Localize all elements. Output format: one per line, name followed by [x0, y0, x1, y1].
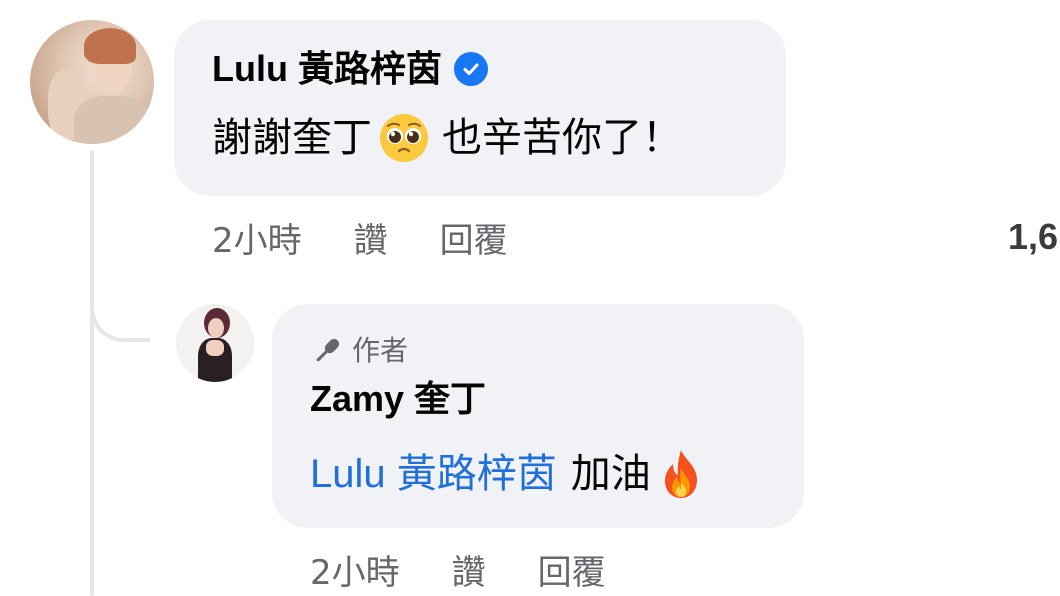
comment-actions: 2小時 讚 回覆 [212, 213, 508, 262]
mention-link[interactable]: Lulu 黃路梓茵 [310, 446, 557, 502]
comment-like-button[interactable]: 讚 [354, 213, 388, 262]
reply-reply-button[interactable]: 回覆 [538, 545, 606, 594]
reply-bubble: 作者 Zamy 奎丁 Lulu 黃路梓茵 加油 [272, 304, 804, 528]
comment-text-part-2: 也辛苦你了！ [442, 115, 682, 161]
reply-like-button[interactable]: 讚 [452, 545, 486, 594]
reply-text-body: 加油 [570, 451, 651, 497]
verified-badge-icon [453, 52, 488, 86]
microphone-icon [316, 338, 340, 362]
comment-author-name[interactable]: Lulu 黃路梓茵 [212, 46, 442, 92]
reply-timestamp[interactable]: 2小時 [310, 545, 400, 594]
comment-author-row: Lulu 黃路梓茵 [212, 46, 750, 92]
author-badge-row: 作者 [310, 330, 774, 372]
reply-connector [90, 220, 150, 342]
fire-emoji-icon [664, 450, 697, 498]
reply-text: Lulu 黃路梓茵 加油 [310, 446, 774, 502]
reaction-count[interactable]: 1,6 [1008, 214, 1058, 260]
commenter-avatar[interactable] [30, 20, 154, 144]
author-badge-label: 作者 [352, 334, 409, 367]
comment-bubble: Lulu 黃路梓茵 謝謝奎丁 也辛苦你了！ [174, 20, 786, 196]
comment-text-part-1: 謝謝奎丁 [212, 115, 372, 161]
comment-reply-button[interactable]: 回覆 [440, 213, 508, 262]
comment-timestamp[interactable]: 2小時 [212, 213, 302, 262]
reply-actions: 2小時 讚 回覆 [310, 545, 606, 594]
thread-line [90, 150, 94, 596]
comment-thread: Lulu 黃路梓茵 謝謝奎丁 也辛苦你了！ 2小時 讚 回覆 1,6 作者 Za… [0, 0, 1060, 596]
reply-author-name[interactable]: Zamy 奎丁 [310, 376, 774, 422]
comment-text: 謝謝奎丁 也辛苦你了！ [212, 110, 750, 166]
pleading-face-emoji-icon [380, 114, 428, 162]
reply-author-avatar[interactable] [176, 304, 254, 382]
